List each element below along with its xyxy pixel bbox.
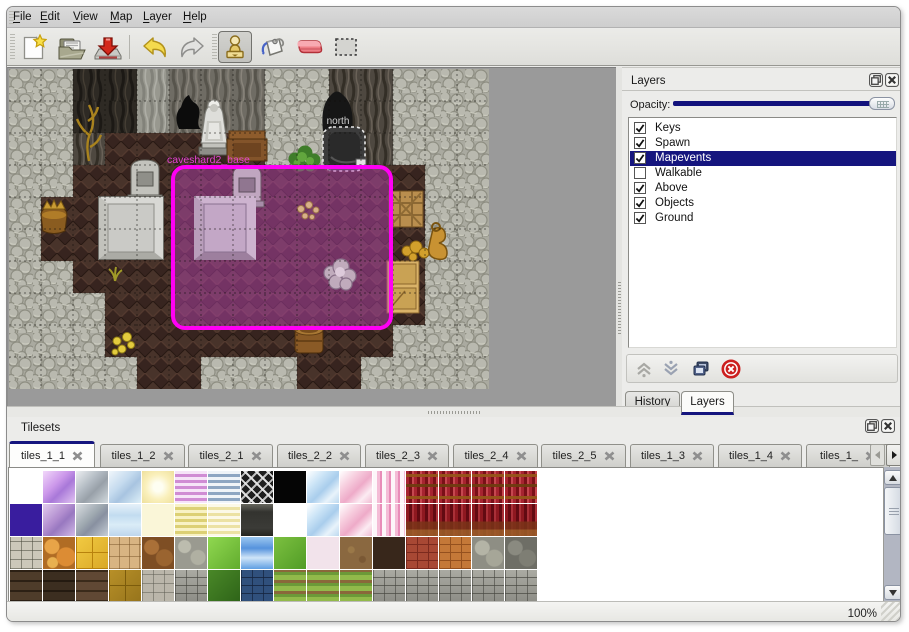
svg-text:caveshard2_base: caveshard2_base [167,154,250,166]
svg-text:north: north [327,116,350,127]
